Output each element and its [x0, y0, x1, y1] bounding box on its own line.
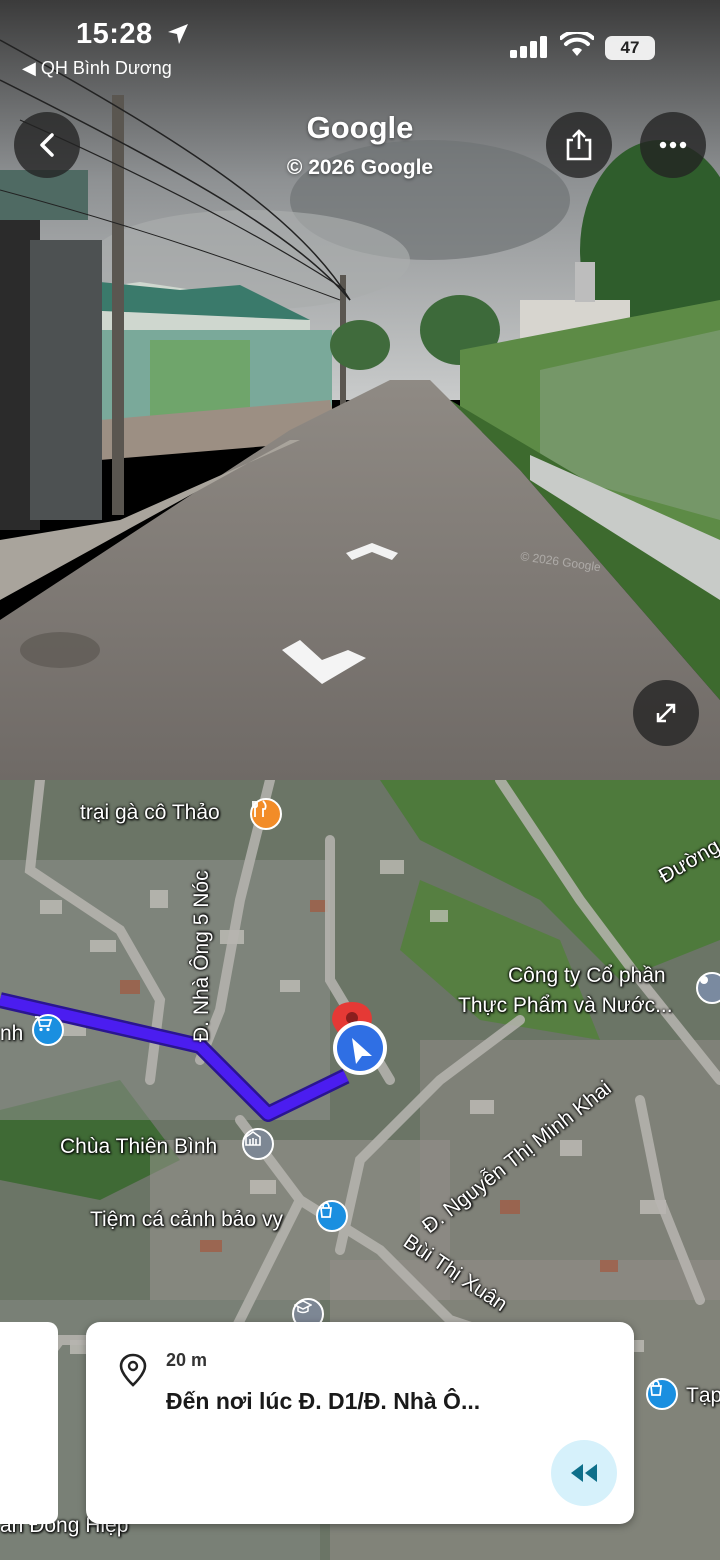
more-dots-icon	[659, 141, 687, 149]
step-distance: 20 m	[166, 1350, 208, 1370]
battery-indicator: 47	[605, 36, 655, 60]
share-icon	[566, 129, 592, 161]
company-poi-icon[interactable]	[696, 972, 720, 1004]
map-label-street-5noc: Đ. Nhà Ông 5 Nóc	[190, 870, 213, 1042]
wifi-icon	[560, 32, 594, 56]
location-pin-icon	[119, 1353, 147, 1387]
navigation-step-card[interactable]: 20 m Đến nơi lúc Đ. D1/Đ. Nhà Ô...	[86, 1322, 634, 1524]
rewind-button[interactable]	[551, 1440, 617, 1506]
location-arrow-icon	[168, 24, 188, 44]
map-label-temple: Chùa Thiên Bình	[60, 1135, 218, 1158]
previous-step-card[interactable]	[0, 1322, 58, 1524]
status-time: 15:28	[76, 18, 153, 50]
map-label-farm: trại gà cô Thảo	[80, 801, 220, 824]
rewind-icon	[571, 1464, 597, 1482]
share-button[interactable]	[546, 112, 612, 178]
map-label-company-line2: Thực Phẩm và Nước...	[458, 994, 673, 1017]
step-instruction: Đến nơi lúc Đ. D1/Đ. Nhà Ô...	[166, 1388, 481, 1414]
temple-icon[interactable]	[242, 1128, 274, 1160]
street-view-panorama[interactable]: © 2026 Google 15:28 ◀ QH Bình Dương 47 G…	[0, 0, 720, 780]
restaurant-icon[interactable]	[250, 798, 282, 830]
expand-button[interactable]	[633, 680, 699, 746]
map-label-fish-shop: Tiệm cá cảnh bảo vy	[90, 1208, 283, 1231]
cellular-signal-icon	[510, 36, 547, 58]
back-to-app-link[interactable]: ◀ QH Bình Dương	[22, 58, 172, 79]
map-label-partial-nh: nh	[0, 1022, 24, 1045]
store-bag-icon[interactable]	[646, 1378, 678, 1410]
map-label-company-line1: Công ty Cổ phần	[508, 964, 666, 987]
map-label-partial-tap: Tạp	[686, 1384, 720, 1407]
shopping-cart-icon[interactable]	[32, 1014, 64, 1046]
copyright-text: © 2026 Google	[286, 156, 434, 179]
expand-icon	[656, 703, 676, 723]
shopping-bag-icon[interactable]	[316, 1200, 348, 1232]
google-brand: Google	[306, 110, 414, 145]
more-options-button[interactable]	[640, 112, 706, 178]
